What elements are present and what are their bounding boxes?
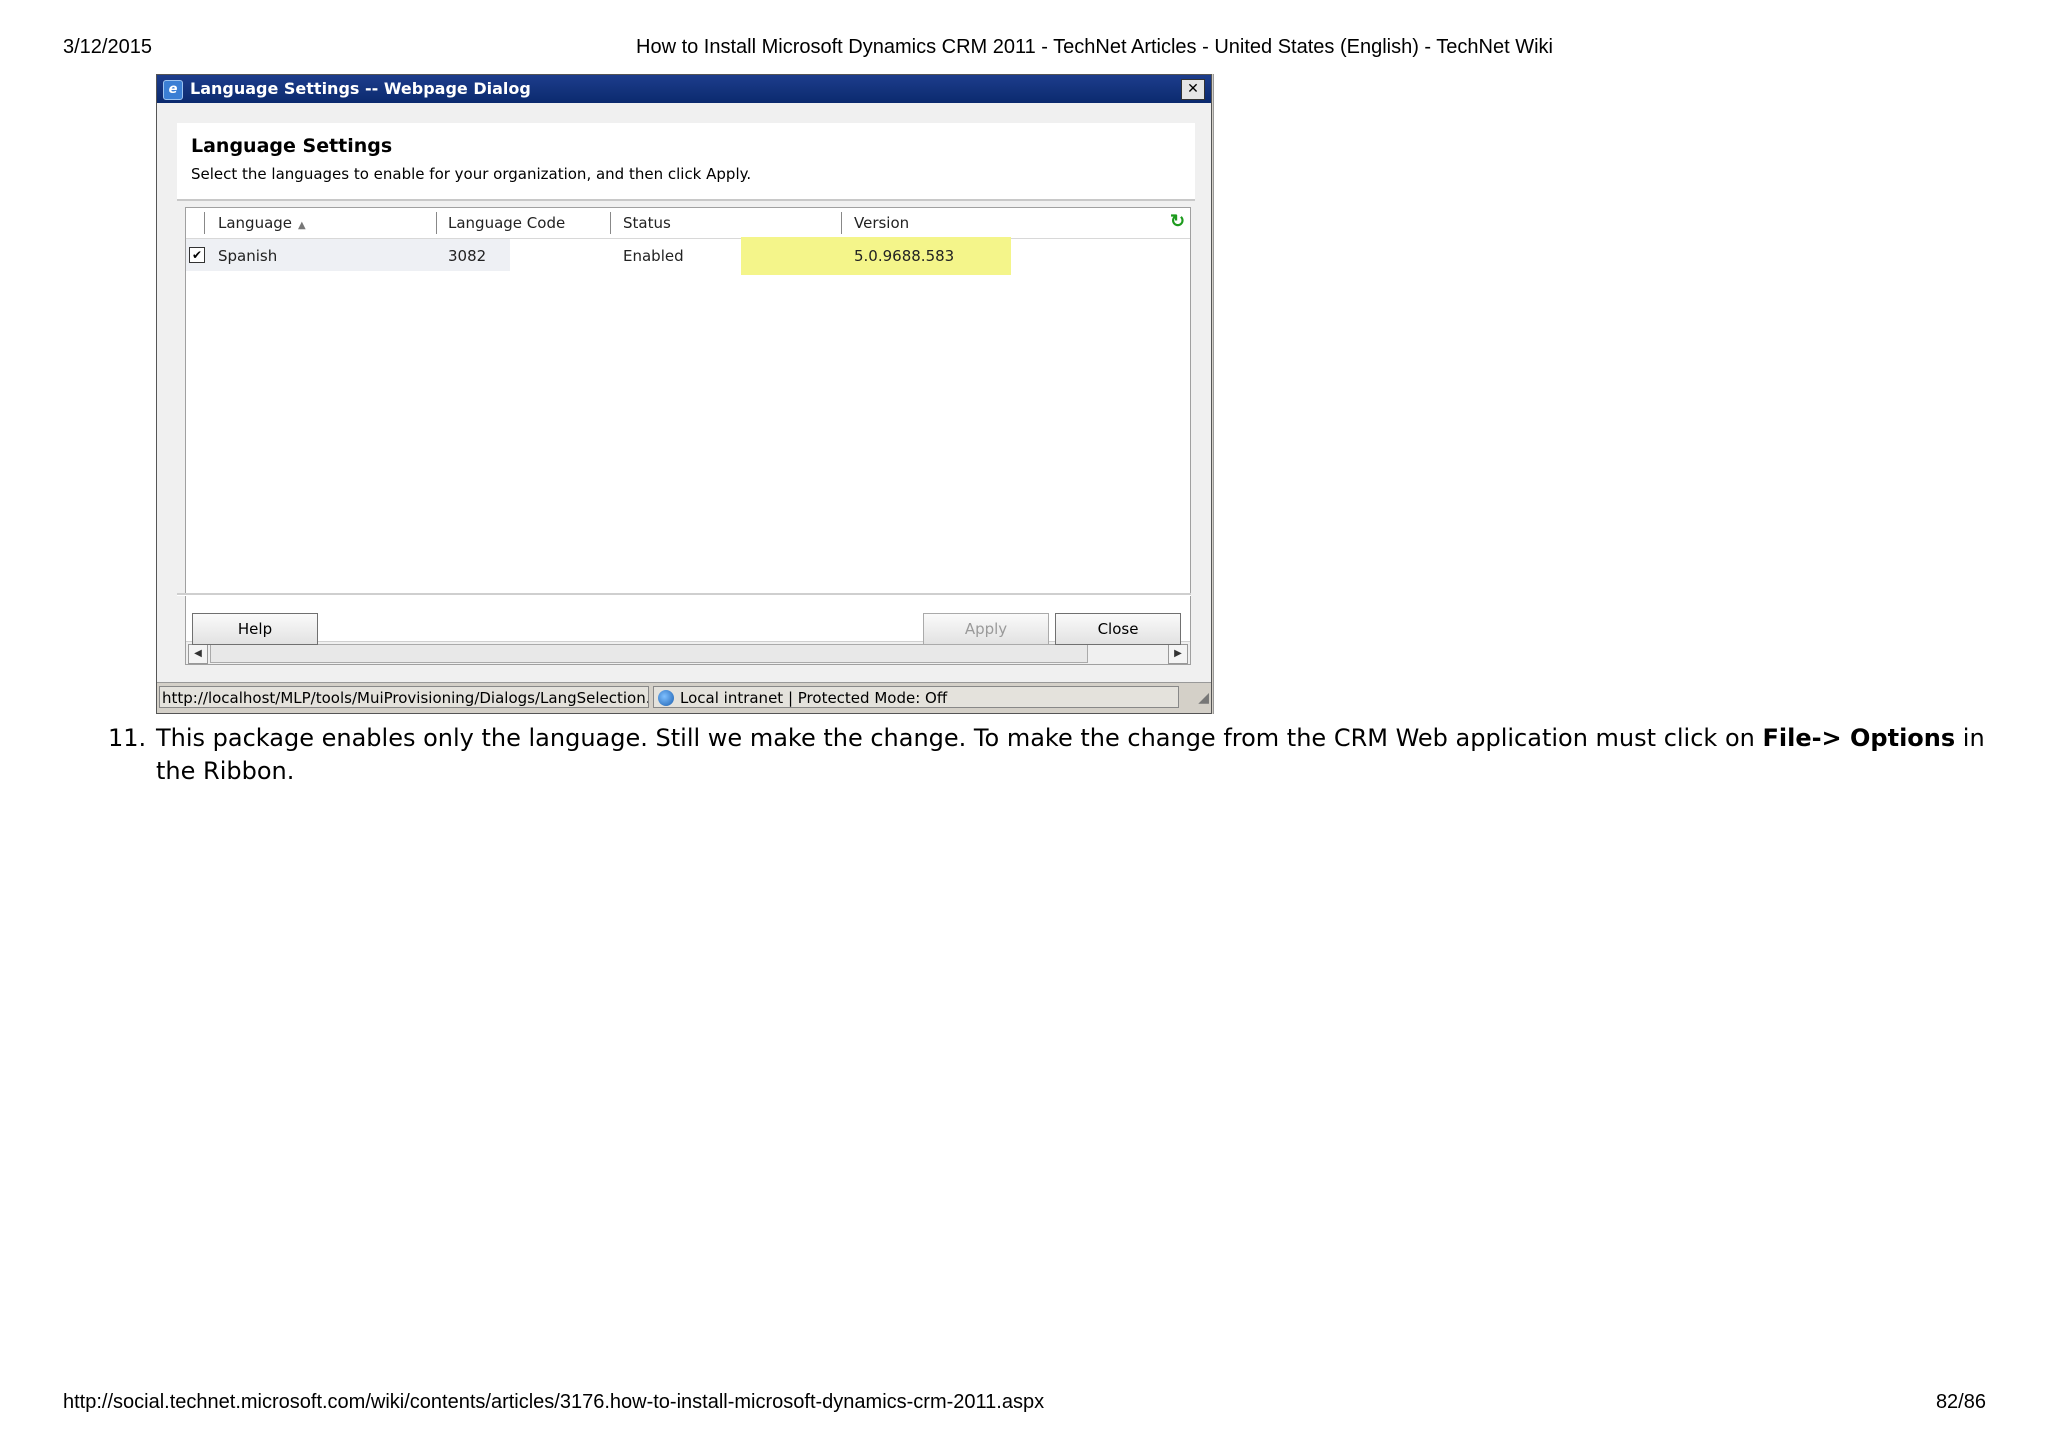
column-language[interactable]: Language ▲ bbox=[218, 214, 306, 232]
language-grid: Language ▲ Language Code Status Version ↻… bbox=[185, 207, 1191, 665]
column-language-label: Language bbox=[218, 214, 293, 232]
step-number: 11. bbox=[108, 724, 147, 752]
status-zone: Local intranet | Protected Mode: Off bbox=[653, 686, 1179, 708]
scrollbar-thumb[interactable] bbox=[210, 644, 1088, 663]
grid-header: Language ▲ Language Code Status Version ↻ bbox=[186, 208, 1190, 239]
column-status[interactable]: Status bbox=[623, 214, 671, 232]
dialog-titlebar: e Language Settings -- Webpage Dialog ✕ bbox=[157, 75, 1211, 103]
table-row[interactable]: ✔ Spanish 3082 Enabled 5.0.9688.583 bbox=[186, 237, 1190, 275]
close-icon[interactable]: ✕ bbox=[1181, 79, 1205, 100]
refresh-icon[interactable]: ↻ bbox=[1170, 212, 1188, 230]
cell-version: 5.0.9688.583 bbox=[854, 247, 955, 265]
dialog-description: Select the languages to enable for your … bbox=[191, 165, 752, 183]
dialog-heading: Language Settings bbox=[191, 135, 393, 157]
page-url: http://social.technet.microsoft.com/wiki… bbox=[63, 1391, 1045, 1413]
globe-icon bbox=[658, 690, 674, 706]
resize-grip-icon[interactable]: ◢ bbox=[1189, 689, 1209, 707]
column-separator bbox=[610, 212, 611, 234]
status-bar: http://localhost/MLP/tools/MuiProvisioni… bbox=[157, 682, 1211, 713]
status-zone-label: Local intranet | Protected Mode: Off bbox=[680, 689, 948, 707]
dialog-window-title: Language Settings -- Webpage Dialog bbox=[190, 79, 531, 98]
page-date: 3/12/2015 bbox=[63, 36, 152, 58]
row-checkbox[interactable]: ✔ bbox=[189, 247, 205, 263]
page-title: How to Install Microsoft Dynamics CRM 20… bbox=[636, 36, 1553, 58]
column-separator bbox=[204, 212, 205, 234]
column-language-code[interactable]: Language Code bbox=[448, 214, 565, 232]
cell-language: Spanish bbox=[218, 247, 278, 265]
column-version[interactable]: Version bbox=[854, 214, 909, 232]
column-separator bbox=[841, 212, 842, 234]
column-separator bbox=[436, 212, 437, 234]
ie-icon: e bbox=[163, 80, 183, 100]
dialog-screenshot: e Language Settings -- Webpage Dialog ✕ … bbox=[156, 74, 1226, 714]
help-button[interactable]: Help bbox=[192, 613, 318, 645]
step-text-bold: File-> Options bbox=[1762, 724, 1956, 752]
dialog-header-panel: Language Settings Select the languages t… bbox=[177, 123, 1195, 201]
divider bbox=[177, 593, 1191, 596]
status-url: http://localhost/MLP/tools/MuiProvisioni… bbox=[159, 686, 649, 708]
scroll-right-icon[interactable]: ▶ bbox=[1168, 644, 1188, 664]
scroll-left-icon[interactable]: ◀ bbox=[188, 644, 208, 664]
apply-button[interactable]: Apply bbox=[923, 613, 1049, 645]
page-number: 82/86 bbox=[1935, 1391, 1986, 1413]
step-text-before: This package enables only the language. … bbox=[156, 724, 1763, 752]
cell-language-code: 3082 bbox=[448, 247, 487, 265]
background-window-edge bbox=[1213, 74, 1226, 714]
step-text: This package enables only the language. … bbox=[156, 722, 1986, 788]
cell-status: Enabled bbox=[623, 247, 684, 265]
language-settings-dialog: e Language Settings -- Webpage Dialog ✕ … bbox=[156, 74, 1212, 714]
close-button[interactable]: Close bbox=[1055, 613, 1181, 645]
sort-ascending-icon: ▲ bbox=[298, 220, 306, 231]
